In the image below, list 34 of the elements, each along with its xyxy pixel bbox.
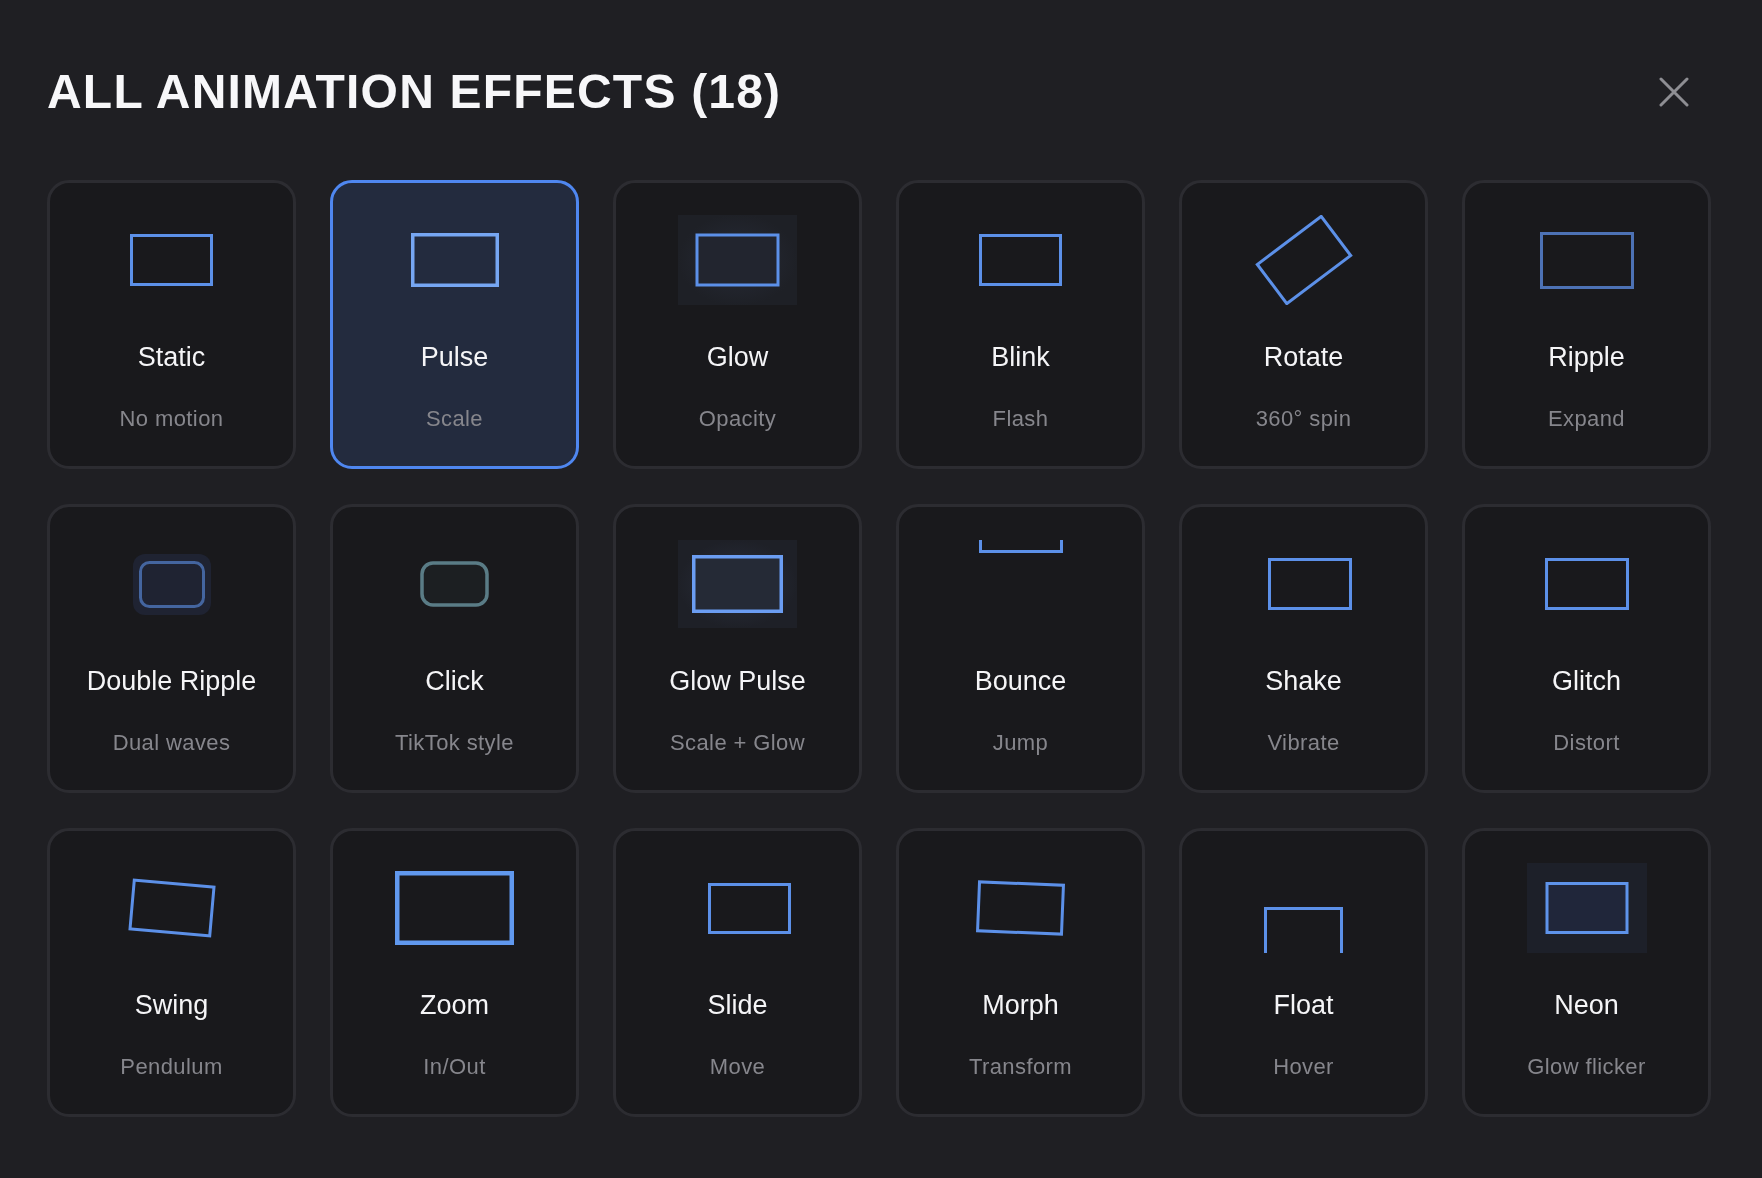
glowing-rectangle-icon (678, 540, 797, 628)
rectangle-outline-icon (979, 234, 1062, 286)
effect-card[interactable]: Float Hover (1179, 828, 1428, 1117)
effect-card[interactable]: Glitch Distort (1462, 504, 1711, 793)
effect-card[interactable]: Static No motion (47, 180, 296, 469)
effect-card[interactable]: Neon Glow flicker (1462, 828, 1711, 1117)
rectangle-outline-icon (1539, 231, 1634, 289)
effect-card[interactable]: Slide Move (613, 828, 862, 1117)
open-frame-icon (1264, 907, 1343, 953)
effect-card[interactable]: Rotate 360° spin (1179, 180, 1428, 469)
rectangle-outline-icon (395, 871, 514, 945)
effect-card[interactable]: Swing Pendulum (47, 828, 296, 1117)
effect-card[interactable]: Shake Vibrate (1179, 504, 1428, 793)
rounded-rectangle-icon (132, 553, 211, 615)
effect-card[interactable]: Pulse Scale (330, 180, 579, 469)
effect-card[interactable]: Glow Opacity (613, 180, 862, 469)
effect-card[interactable]: Glow Pulse Scale + Glow (613, 504, 862, 793)
effect-card[interactable]: Ripple Expand (1462, 180, 1711, 469)
rounded-rectangle-icon (420, 561, 489, 607)
effect-card[interactable]: Double Ripple Dual waves (47, 504, 296, 793)
effect-card[interactable]: Bounce Jump (896, 504, 1145, 793)
effect-card[interactable]: Zoom In/Out (330, 828, 579, 1117)
rectangle-outline-icon (130, 234, 213, 286)
rectangle-outline-icon (708, 882, 791, 934)
close-icon[interactable] (1659, 77, 1689, 107)
rectangle-outline-icon (1267, 558, 1352, 610)
glowing-rectangle-icon (1526, 863, 1647, 953)
effect-card[interactable]: Click TikTok style (330, 504, 579, 793)
effect-card[interactable]: Blink Flash (896, 180, 1145, 469)
bracket-icon (978, 540, 1063, 553)
rectangle-outline-icon (1544, 558, 1629, 610)
rectangle-outline-icon (410, 233, 499, 287)
dialog-title: ALL ANIMATION EFFECTS (18) (47, 65, 782, 119)
effect-card[interactable]: Morph Transform (896, 828, 1145, 1117)
